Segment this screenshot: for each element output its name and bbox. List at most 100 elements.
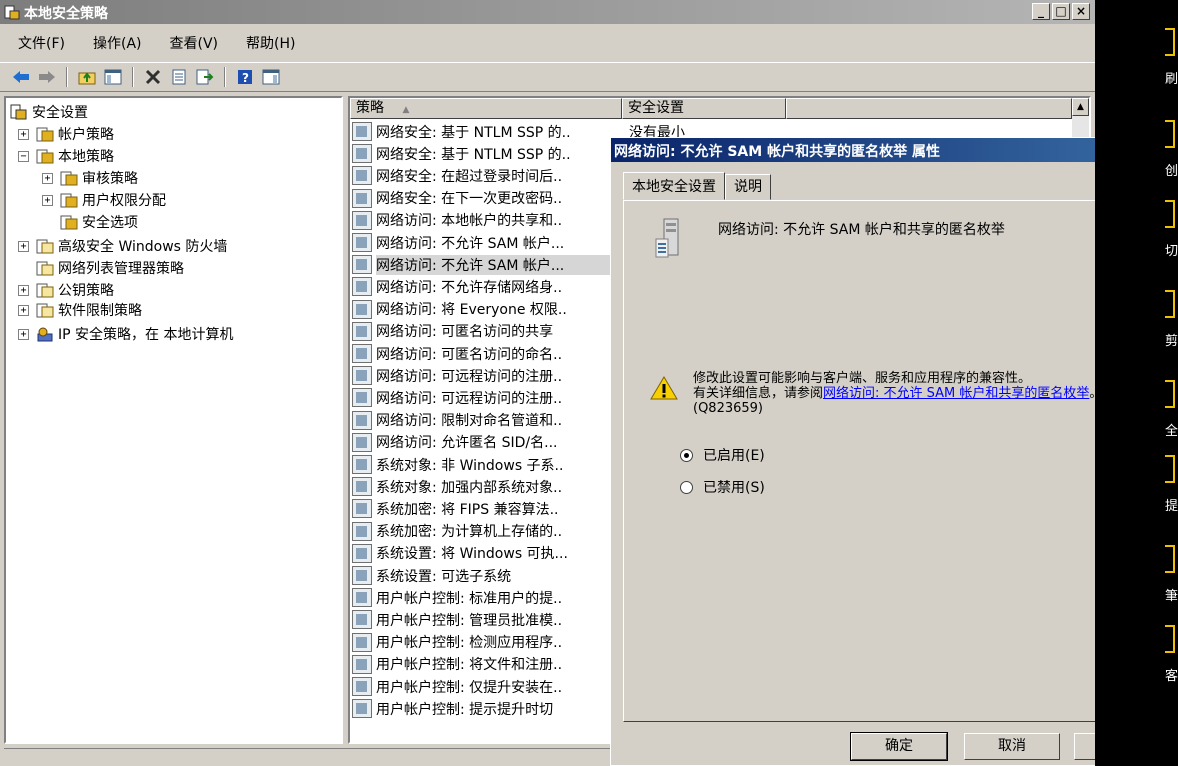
tree-expander-windows-firewall[interactable]: + — [18, 241, 29, 252]
menu-view[interactable]: 查看(V) — [170, 33, 219, 53]
desktop-shortcut-icon[interactable] — [1165, 625, 1175, 653]
policy-icon — [352, 188, 372, 208]
desktop-shortcut-label[interactable]: 全 — [1165, 420, 1178, 439]
policy-name-cell: 网络访问: 限制对命名管道和.. — [376, 413, 563, 430]
desktop-shortcut-label[interactable]: 刷 — [1165, 68, 1178, 87]
policy-row[interactable]: 网络访问: 本地帐户的共享和.. — [352, 210, 616, 231]
policy-row[interactable]: 用户帐户控制: 仅提升安装在.. — [352, 676, 616, 697]
policy-row[interactable]: 用户帐户控制: 提示提升时切 — [352, 698, 616, 719]
desktop-shortcut-icon[interactable] — [1165, 545, 1175, 573]
maximize-button[interactable]: □ — [1052, 3, 1070, 20]
tree-item-local-policies[interactable]: 本地策略 — [36, 146, 114, 166]
desktop-shortcut-label[interactable]: 筆 — [1165, 585, 1178, 604]
desktop-shortcut-icon[interactable] — [1165, 455, 1175, 483]
tree-root-security-settings[interactable]: 安全设置 — [10, 102, 88, 122]
policy-row[interactable]: 网络访问: 可匿名访问的共享 — [352, 321, 616, 342]
policy-name-cell: 用户帐户控制: 仅提升安装在.. — [376, 679, 563, 696]
dialog-titlebar[interactable]: 网络访问: 不允许 SAM 帐户和共享的匿名枚举 属性 ? × — [611, 138, 1177, 162]
tree-item-network-list-manager[interactable]: 网络列表管理器策略 — [36, 258, 184, 278]
tree-item-public-key-policies[interactable]: 公钥策略 — [36, 280, 114, 300]
desktop-shortcut-icon[interactable] — [1165, 290, 1175, 318]
tree-item-account-policies[interactable]: 帐户策略 — [36, 124, 114, 144]
policy-row[interactable]: 网络安全: 基于 NTLM SSP 的.. — [352, 121, 616, 142]
policy-row[interactable]: 用户帐户控制: 管理员批准模.. — [352, 609, 616, 630]
policy-row[interactable]: 网络访问: 允许匿名 SID/名... — [352, 432, 616, 453]
column-header-security-setting[interactable]: 安全设置 — [622, 98, 786, 119]
show-hide-tree-icon[interactable] — [102, 66, 124, 88]
policy-name-cell: 用户帐户控制: 管理员批准模.. — [376, 612, 563, 629]
policy-row[interactable]: 网络访问: 可匿名访问的命名.. — [352, 343, 616, 364]
export-list-icon[interactable] — [194, 66, 216, 88]
tree-item-security-options[interactable]: 安全选项 — [60, 212, 138, 232]
radio-disabled[interactable] — [680, 480, 693, 494]
policy-row[interactable]: 用户帐户控制: 将文件和注册.. — [352, 654, 616, 675]
radio-disabled-row[interactable]: 已禁用(S) — [680, 477, 765, 497]
policy-row[interactable]: 网络访问: 限制对命名管道和.. — [352, 410, 616, 431]
policy-row[interactable]: 系统设置: 将 Windows 可执... — [352, 543, 616, 564]
tab-explain[interactable]: 说明 — [725, 174, 771, 200]
policy-row[interactable]: 系统加密: 为计算机上存储的.. — [352, 521, 616, 542]
tree-expander-ip-security-policies[interactable]: + — [18, 329, 29, 340]
menu-help[interactable]: 帮助(H) — [246, 33, 295, 53]
policy-row[interactable]: 网络安全: 在下一次更改密码.. — [352, 188, 616, 209]
radio-enabled[interactable] — [680, 448, 693, 462]
back-arrow-icon[interactable] — [10, 66, 32, 88]
policy-row[interactable]: 网络访问: 可远程访问的注册.. — [352, 365, 616, 386]
tree-expander-public-key-policies[interactable]: + — [18, 285, 29, 296]
desktop-shortcut-label[interactable]: 切 — [1165, 240, 1178, 259]
policy-help-link[interactable]: 网络访问: 不允许 SAM 帐户和共享的匿名枚举 — [823, 386, 1089, 401]
tree-item-windows-firewall[interactable]: 高级安全 Windows 防火墙 — [36, 236, 227, 256]
tree-item-ip-security-policies[interactable]: IP 安全策略，在 本地计算机 — [36, 324, 233, 344]
desktop-shortcut-icon[interactable] — [1165, 120, 1175, 148]
policy-row[interactable]: 网络安全: 在超过登录时间后.. — [352, 165, 616, 186]
up-folder-icon[interactable] — [76, 66, 98, 88]
ok-button[interactable]: 确定 — [850, 732, 948, 761]
policy-row[interactable]: 网络访问: 不允许 SAM 帐户... — [352, 232, 616, 253]
cancel-button[interactable]: 取消 — [964, 733, 1060, 760]
help-icon[interactable]: ? — [234, 66, 256, 88]
tree-expander-account-policies[interactable]: + — [18, 129, 29, 140]
show-action-pane-icon[interactable] — [260, 66, 282, 88]
policy-row[interactable]: 网络访问: 可远程访问的注册.. — [352, 387, 616, 408]
radio-enabled-row[interactable]: 已启用(E) — [680, 445, 765, 465]
scroll-up-arrow-icon[interactable]: ▲ — [1072, 98, 1089, 116]
policy-icon — [352, 277, 372, 297]
tree-label: 安全选项 — [82, 215, 138, 231]
desktop-shortcut-icon[interactable] — [1165, 380, 1175, 408]
tree-expander-user-rights-assignment[interactable]: + — [42, 195, 53, 206]
policy-row[interactable]: 系统设置: 可选子系统 — [352, 565, 616, 586]
tree-item-software-restriction[interactable]: 软件限制策略 — [36, 300, 142, 320]
tab-local-security-setting[interactable]: 本地安全设置 — [623, 172, 725, 200]
tree-expander-local-policies[interactable]: − — [18, 151, 29, 162]
column-header-policy[interactable]: 策略 ▲ — [350, 98, 622, 119]
desktop-shortcut-icon[interactable] — [1165, 28, 1175, 56]
properties-icon[interactable] — [168, 66, 190, 88]
desktop-shortcut-label[interactable]: 创 — [1165, 160, 1178, 179]
window-titlebar[interactable]: 本地安全策略 _ □ × — [0, 0, 1095, 24]
policy-row[interactable]: 网络访问: 不允许存储网络身.. — [352, 276, 616, 297]
tree-expander-software-restriction[interactable]: + — [18, 305, 29, 316]
delete-icon[interactable] — [142, 66, 164, 88]
policy-row[interactable]: 网络安全: 基于 NTLM SSP 的.. — [352, 143, 616, 164]
policy-row[interactable]: 网络访问: 将 Everyone 权限.. — [352, 299, 616, 320]
policy-row[interactable]: 用户帐户控制: 标准用户的提.. — [352, 587, 616, 608]
policy-tree-pane[interactable]: 安全设置 + 帐户策略 − 本地策略 + 审核策略 + 用户权限分配安全选项 + 高级安全 Win… — [4, 96, 343, 744]
tree-item-audit-policy[interactable]: 审核策略 — [60, 168, 138, 188]
desktop-shortcut-label[interactable]: 客 — [1165, 665, 1178, 684]
sort-ascending-icon: ▲ — [402, 105, 410, 115]
minimize-button[interactable]: _ — [1032, 3, 1050, 20]
close-button[interactable]: × — [1072, 3, 1090, 20]
menu-action[interactable]: 操作(A) — [93, 33, 142, 53]
policy-row[interactable]: 用户帐户控制: 检测应用程序.. — [352, 632, 616, 653]
tree-item-user-rights-assignment[interactable]: 用户权限分配 — [60, 190, 166, 210]
menu-file[interactable]: 文件(F) — [18, 33, 65, 53]
policy-row[interactable]: 系统加密: 将 FIPS 兼容算法.. — [352, 498, 616, 519]
policy-row[interactable]: 网络访问: 不允许 SAM 帐户... — [352, 254, 616, 275]
tree-expander-audit-policy[interactable]: + — [42, 173, 53, 184]
policy-row[interactable]: 系统对象: 非 Windows 子系.. — [352, 454, 616, 475]
desktop-shortcut-label[interactable]: 剪 — [1165, 330, 1178, 349]
desktop-shortcut-icon[interactable] — [1165, 200, 1175, 228]
desktop-shortcut-label[interactable]: 提 — [1165, 495, 1178, 514]
forward-arrow-icon[interactable] — [36, 66, 58, 88]
policy-row[interactable]: 系统对象: 加强内部系统对象.. — [352, 476, 616, 497]
